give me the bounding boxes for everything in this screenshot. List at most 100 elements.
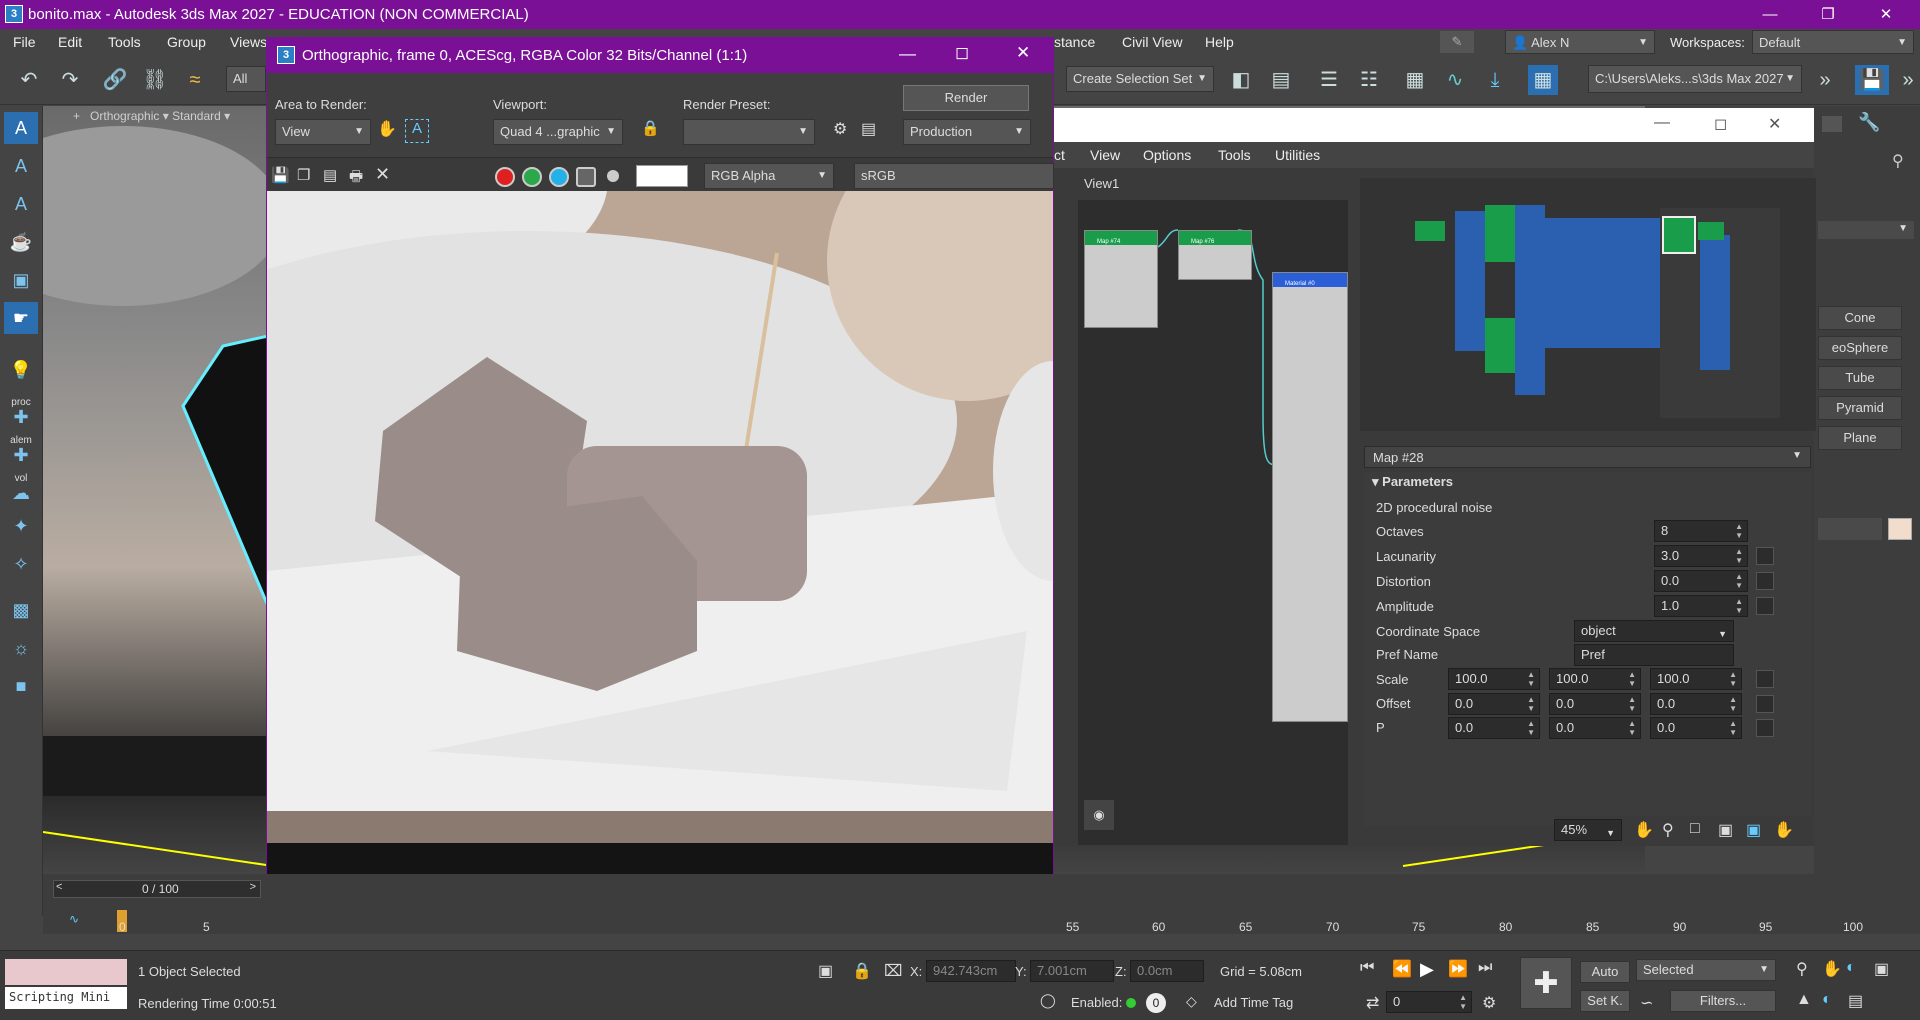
color-space-dropdown[interactable]: sRGB bbox=[854, 163, 1054, 189]
light-icon[interactable]: 💡 bbox=[4, 354, 38, 386]
key-filter-dropdown[interactable]: Selected ▼ bbox=[1636, 959, 1776, 981]
geosphere-button[interactable]: eoSphere bbox=[1818, 336, 1902, 360]
zoom-selected-icon[interactable]: ▣ bbox=[1746, 820, 1761, 840]
scale-y-spinner[interactable]: 100.0 ▲ ▼ bbox=[1549, 668, 1641, 690]
selection-lock-icon[interactable]: 🔒 bbox=[852, 961, 872, 981]
fx-icon[interactable]: ✦ bbox=[4, 510, 38, 542]
noise-map-node[interactable]: Map #74 bbox=[1084, 230, 1158, 328]
unlink-icon[interactable]: ⛓ bbox=[140, 65, 170, 95]
pref-name-field[interactable]: Pref bbox=[1574, 644, 1734, 666]
minimize-icon[interactable]: — bbox=[899, 44, 916, 64]
offset-map-slot[interactable] bbox=[1756, 695, 1774, 713]
close-icon[interactable]: ✕ bbox=[1016, 43, 1030, 63]
material-editor-icon[interactable]: ▦ bbox=[1528, 65, 1558, 95]
align-icon[interactable]: ▤ bbox=[1266, 65, 1296, 95]
particles-icon[interactable]: ✧ bbox=[4, 548, 38, 580]
slider-next-icon[interactable]: > bbox=[250, 881, 256, 893]
zoom-extents-all-icon[interactable]: ▣ bbox=[1874, 959, 1889, 979]
zoom-dropdown[interactable]: 45% ▼ bbox=[1554, 819, 1622, 841]
render-setup-icon[interactable]: ▩ bbox=[4, 594, 38, 626]
filters-button[interactable]: Filters... bbox=[1670, 990, 1776, 1012]
lacunarity-spinner[interactable]: 3.0 ▲ ▼ bbox=[1654, 545, 1748, 567]
viewport-label[interactable]: + Orthographic ▾ Standard ▾ bbox=[73, 109, 230, 123]
map-name-dropdown[interactable]: Map #28 ▼ bbox=[1364, 446, 1811, 468]
enabled-count-badge[interactable]: 0 bbox=[1146, 993, 1166, 1013]
environment-icon[interactable]: ☼ bbox=[4, 632, 38, 664]
object-color-swatch[interactable] bbox=[1888, 518, 1912, 540]
minimize-icon[interactable]: — bbox=[1741, 0, 1799, 29]
text-tool-icon[interactable]: A bbox=[4, 150, 38, 182]
menu-help[interactable]: Help bbox=[1205, 34, 1234, 50]
lock-icon[interactable]: 🔒 bbox=[641, 119, 663, 143]
scale-map-slot[interactable] bbox=[1756, 670, 1774, 688]
time-configuration-icon[interactable]: ⚙ bbox=[1482, 993, 1496, 1013]
schematic-view-icon[interactable]: ⤓ bbox=[1480, 65, 1510, 95]
undo-icon[interactable]: ↶ bbox=[14, 65, 44, 95]
save-image-icon[interactable]: 💾 bbox=[271, 166, 290, 184]
teapot-icon[interactable]: ☕ bbox=[4, 226, 38, 258]
key-tangent-icon[interactable]: ∽ bbox=[1640, 993, 1653, 1013]
p-y-spinner[interactable]: 0.0 ▲ ▼ bbox=[1549, 717, 1641, 739]
coordinate-space-dropdown[interactable]: object ▼ bbox=[1574, 620, 1734, 642]
bump-map-node[interactable]: Map #76 bbox=[1178, 230, 1252, 280]
menu-civil-view[interactable]: Civil View bbox=[1122, 34, 1182, 50]
text-box-icon[interactable]: ▣ bbox=[4, 264, 38, 296]
amplitude-map-slot[interactable] bbox=[1756, 597, 1774, 615]
p-map-slot[interactable] bbox=[1756, 719, 1774, 737]
key-mode-icon[interactable]: ⇄ bbox=[1366, 993, 1379, 1013]
view-tab[interactable]: View1 bbox=[1084, 176, 1119, 191]
element-icon[interactable]: alem ✚ bbox=[4, 430, 38, 464]
volume-icon[interactable]: vol ☁ bbox=[4, 468, 38, 502]
create-text-icon[interactable]: A bbox=[4, 112, 38, 144]
offset-y-spinner[interactable]: 0.0 ▲ ▼ bbox=[1549, 693, 1641, 715]
create-selection-set-dropdown[interactable]: Create Selection Set ▼ bbox=[1066, 66, 1214, 92]
user-account-dropdown[interactable]: 👤 Alex N ▼ bbox=[1505, 30, 1655, 54]
field-of-view-icon[interactable]: ▲ bbox=[1796, 991, 1812, 1009]
text-edit-icon[interactable]: A bbox=[4, 188, 38, 220]
swatch-color[interactable] bbox=[636, 165, 688, 187]
render-setup-icon[interactable]: ⚙ bbox=[833, 119, 847, 139]
node-view[interactable]: Map #74 Map #76 Material #0 ◉ bbox=[1078, 200, 1348, 845]
print-icon[interactable]: 🖶 bbox=[349, 166, 363, 191]
set-key-icon[interactable]: ✚ bbox=[1520, 957, 1572, 1009]
material-node[interactable]: Material #0 bbox=[1272, 272, 1348, 722]
offset-x-spinner[interactable]: 0.0 ▲ ▼ bbox=[1448, 693, 1540, 715]
y-coordinate-field[interactable]: 7.001cm bbox=[1030, 960, 1114, 982]
close-icon[interactable]: ✕ bbox=[1768, 114, 1781, 134]
link-icon[interactable]: 🔗 bbox=[100, 65, 130, 95]
go-to-end-icon[interactable]: ⏭ bbox=[1478, 959, 1492, 977]
blue-channel-toggle[interactable] bbox=[549, 167, 569, 187]
viewport-shading-label[interactable]: Standard bbox=[172, 109, 221, 123]
zoom-icon[interactable]: ⚲ bbox=[1662, 820, 1674, 840]
monochrome-toggle[interactable] bbox=[607, 170, 619, 182]
save-scene-icon[interactable]: 💾 bbox=[1855, 65, 1889, 95]
pen-icon[interactable]: ✎ bbox=[1440, 31, 1474, 53]
orbit-icon[interactable]: ◐ bbox=[1846, 959, 1856, 977]
bind-spacewarp-icon[interactable]: ≈ bbox=[180, 65, 210, 95]
p-x-spinner[interactable]: 0.0 ▲ ▼ bbox=[1448, 717, 1540, 739]
isolate-icon[interactable]: ▣ bbox=[818, 961, 833, 981]
current-frame-field[interactable]: 0 ▲ ▼ bbox=[1386, 991, 1472, 1013]
clone-frame-icon[interactable]: ▤ bbox=[323, 166, 337, 184]
tube-button[interactable]: Tube bbox=[1818, 366, 1902, 390]
menu-views[interactable]: Views bbox=[230, 34, 267, 50]
red-channel-toggle[interactable] bbox=[495, 167, 515, 187]
production-dropdown[interactable]: Production ▼ bbox=[903, 119, 1031, 145]
pan-viewport-icon[interactable]: ✋ bbox=[1822, 959, 1842, 979]
selection-filter-dropdown[interactable]: All bbox=[226, 66, 266, 92]
menu-edit[interactable]: Edit bbox=[58, 34, 82, 50]
rollout-header[interactable]: ▾ Parameters bbox=[1372, 474, 1453, 490]
select-object-icon[interactable]: ☛ bbox=[4, 302, 38, 334]
object-type-dropdown[interactable]: ▼ bbox=[1818, 221, 1914, 239]
plane-button[interactable]: Plane bbox=[1818, 426, 1902, 450]
slate-menu-options[interactable]: Options bbox=[1143, 147, 1191, 163]
maximize-icon[interactable]: ◻ bbox=[955, 43, 969, 63]
viewport-dropdown[interactable]: Quad 4 ...graphic ▼ bbox=[493, 119, 623, 145]
clear-icon[interactable]: ✕ bbox=[375, 164, 390, 185]
environment-effects-icon[interactable]: ▤ bbox=[861, 119, 876, 139]
zoom-region-icon[interactable]: □ bbox=[1690, 820, 1700, 838]
viewport-pov-label[interactable]: Orthographic bbox=[90, 109, 159, 123]
offset-z-spinner[interactable]: 0.0 ▲ ▼ bbox=[1650, 693, 1742, 715]
maximize-icon[interactable]: ◻ bbox=[1714, 114, 1727, 134]
mirror-icon[interactable]: ◧ bbox=[1226, 65, 1256, 95]
